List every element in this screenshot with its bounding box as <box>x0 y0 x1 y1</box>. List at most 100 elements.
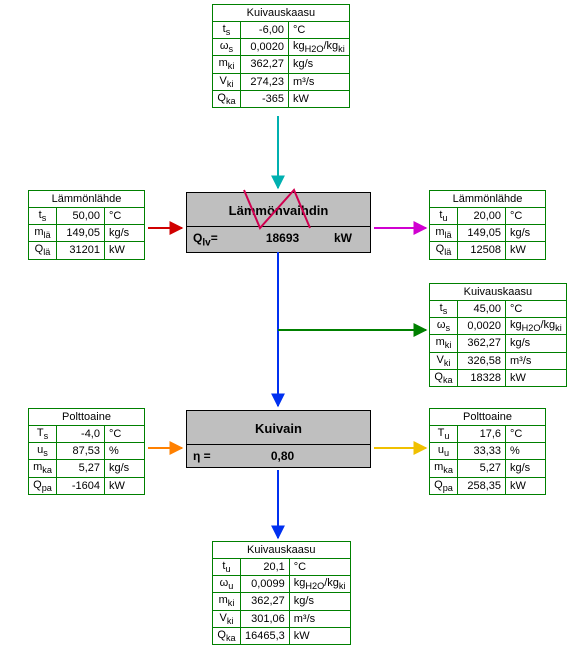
table-row: Qpa258,35kW <box>430 477 546 494</box>
row-symbol: ts <box>29 208 57 225</box>
row-unit: °C <box>506 426 546 443</box>
row-unit: °C <box>289 559 350 576</box>
row-value: 5,27 <box>57 460 105 477</box>
table-row: Qka16465,3kW <box>213 627 351 644</box>
table-header: Kuivauskaasu <box>213 542 351 559</box>
table-row: tu20,00°C <box>430 208 546 225</box>
table-row: us87,53% <box>29 443 145 460</box>
table-row: Qlä31201kW <box>29 242 145 259</box>
row-value: 33,33 <box>458 443 506 460</box>
row-value: 274,23 <box>241 73 289 90</box>
row-value: 258,35 <box>458 477 506 494</box>
row-unit: kW <box>506 242 546 259</box>
table-header: Kuivauskaasu <box>213 5 350 22</box>
table-row: tu20,1°C <box>213 559 351 576</box>
table-row: ts45,00°C <box>430 301 567 318</box>
row-symbol: mlä <box>430 225 458 242</box>
heat-source-out-table: Lämmönlähdetu20,00°Cmlä149,05kg/sQlä1250… <box>429 190 546 260</box>
row-value: 0,0099 <box>241 576 290 593</box>
row-value: -6,00 <box>241 22 289 39</box>
table-row: Vki326,58m³/s <box>430 352 567 369</box>
row-unit: kW <box>289 90 350 107</box>
row-value: 20,00 <box>458 208 506 225</box>
row-value: 0,0020 <box>241 39 289 56</box>
row-symbol: mlä <box>29 225 57 242</box>
row-value: 149,05 <box>57 225 105 242</box>
row-symbol: Qka <box>213 90 241 107</box>
row-value: 12508 <box>458 242 506 259</box>
row-value: 18328 <box>458 369 506 386</box>
heat-source-in-table: Lämmönlähdets50,00°Cmlä149,05kg/sQlä3120… <box>28 190 145 260</box>
gas-mid-table: Kuivauskaasuts45,00°Cωs0,0020kgH2O/kgkim… <box>429 283 567 387</box>
row-unit: % <box>105 443 145 460</box>
row-value: -365 <box>241 90 289 107</box>
row-unit: kgH2O/kgki <box>289 576 350 593</box>
row-symbol: Qpa <box>29 477 57 494</box>
dryer-block: Kuivain η = 0,80 <box>186 410 371 468</box>
row-unit: m³/s <box>289 610 350 627</box>
gas-in-table: Kuivauskaasuts-6,00°Cωs0,0020kgH2O/kgkim… <box>212 4 350 108</box>
row-value: 45,00 <box>458 301 506 318</box>
row-unit: kW <box>105 477 145 494</box>
row-symbol: mki <box>213 593 241 610</box>
row-value: 31201 <box>57 242 105 259</box>
row-unit: kgH2O/kgki <box>289 39 350 56</box>
row-symbol: Vki <box>430 352 458 369</box>
row-unit: kW <box>289 627 350 644</box>
row-value: 50,00 <box>57 208 105 225</box>
row-symbol: Qka <box>213 627 241 644</box>
table-row: mki362,27kg/s <box>213 593 351 610</box>
table-row: Vki301,06m³/s <box>213 610 351 627</box>
table-row: ts50,00°C <box>29 208 145 225</box>
hx-qlv-unit: kW <box>334 231 364 248</box>
table-header: Lämmönlähde <box>430 191 546 208</box>
table-row: mki362,27kg/s <box>430 335 567 352</box>
row-symbol: ts <box>430 301 458 318</box>
row-unit: kW <box>105 242 145 259</box>
row-unit: kW <box>506 369 567 386</box>
hx-qlv-value: 18693 <box>231 231 334 248</box>
fuel-out-table: PolttoaineTu17,6°Cuu33,33%mka5,27kg/sQpa… <box>429 408 546 495</box>
table-row: Qpa-1604kW <box>29 477 145 494</box>
row-symbol: tu <box>213 559 241 576</box>
row-value: 87,53 <box>57 443 105 460</box>
table-row: mki362,27kg/s <box>213 56 350 73</box>
row-value: 20,1 <box>241 559 290 576</box>
row-value: 301,06 <box>241 610 290 627</box>
row-symbol: Qka <box>430 369 458 386</box>
table-row: ωu0,0099kgH2O/kgki <box>213 576 351 593</box>
hx-qlv-label: Qlv= <box>193 231 231 248</box>
row-value: -1604 <box>57 477 105 494</box>
row-unit: kg/s <box>289 593 350 610</box>
row-unit: °C <box>289 22 350 39</box>
row-symbol: us <box>29 443 57 460</box>
row-unit: kg/s <box>105 225 145 242</box>
row-symbol: mki <box>213 56 241 73</box>
row-unit: kg/s <box>506 460 546 477</box>
table-header: Lämmönlähde <box>29 191 145 208</box>
row-unit: kg/s <box>506 225 546 242</box>
row-value: 362,27 <box>458 335 506 352</box>
fuel-in-table: PolttoaineTs-4,0°Cus87,53%mka5,27kg/sQpa… <box>28 408 145 495</box>
table-row: Tu17,6°C <box>430 426 546 443</box>
row-value: -4,0 <box>57 426 105 443</box>
row-symbol: Qpa <box>430 477 458 494</box>
table-row: Qlä12508kW <box>430 242 546 259</box>
table-header: Polttoaine <box>29 409 145 426</box>
row-unit: kg/s <box>105 460 145 477</box>
row-symbol: ωs <box>213 39 241 56</box>
row-unit: °C <box>506 208 546 225</box>
gas-out-table: Kuivauskaasutu20,1°Cωu0,0099kgH2O/kgkimk… <box>212 541 351 645</box>
row-symbol: mka <box>29 460 57 477</box>
row-value: 5,27 <box>458 460 506 477</box>
row-value: 149,05 <box>458 225 506 242</box>
row-unit: % <box>506 443 546 460</box>
table-header: Kuivauskaasu <box>430 284 567 301</box>
row-symbol: Vki <box>213 73 241 90</box>
row-value: 326,58 <box>458 352 506 369</box>
row-unit: °C <box>506 301 567 318</box>
heat-exchanger-block: Lämmönvaihdin Qlv= 18693 kW <box>186 192 371 253</box>
table-row: uu33,33% <box>430 443 546 460</box>
table-row: mka5,27kg/s <box>29 460 145 477</box>
dryer-eta-value: 0,80 <box>231 449 334 463</box>
